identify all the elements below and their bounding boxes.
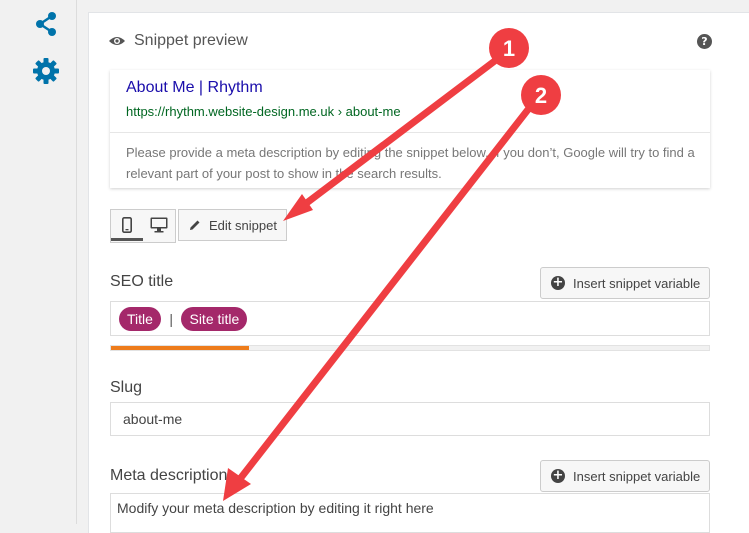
snippet-preview-title: Snippet preview [134, 32, 248, 49]
serp-divider [110, 132, 710, 133]
sidebar [0, 0, 77, 524]
seo-title-label: SEO title [110, 273, 174, 290]
snippet-preview-header: Snippet preview [108, 32, 248, 50]
seo-title-insert-variable-button[interactable]: + Insert snippet variable [540, 267, 710, 299]
active-mode-indicator [111, 238, 143, 241]
meta-description-input[interactable]: Modify your meta description by editing … [110, 493, 710, 533]
serp-preview[interactable]: About Me | Rhythm https://rhythm.website… [110, 70, 710, 188]
seo-title-length-progress [110, 345, 710, 351]
edit-snippet-button[interactable]: Edit snippet [178, 209, 287, 241]
plus-icon: + [551, 468, 565, 483]
preview-mode-toggle [110, 209, 176, 243]
pencil-icon [190, 220, 200, 230]
meta-description-label: Meta description [110, 467, 228, 484]
desktop-icon [150, 217, 168, 233]
meta-description-insert-variable-button[interactable]: + Insert snippet variable [540, 460, 710, 492]
slug-input[interactable]: about-me [110, 402, 710, 436]
mobile-preview-button[interactable] [111, 210, 143, 241]
share-icon[interactable] [32, 10, 60, 38]
slug-label: Slug [110, 379, 143, 396]
serp-description: Please provide a meta description by edi… [126, 145, 695, 181]
insert-variable-label: Insert snippet variable [573, 468, 701, 484]
insert-variable-label: Insert snippet variable [573, 275, 701, 291]
title-separator: | [169, 311, 174, 327]
seo-title-progress-fill [111, 346, 249, 350]
plus-icon: + [551, 275, 565, 290]
gear-icon[interactable] [32, 57, 60, 85]
desktop-preview-button[interactable] [143, 210, 175, 240]
serp-url: https://rhythm.website-design.me.uk › ab… [126, 104, 401, 119]
seo-title-input[interactable]: Title | Site title [110, 301, 710, 336]
site-title-variable-pill[interactable]: Site title [181, 307, 248, 331]
title-variable-pill[interactable]: Title [119, 307, 161, 331]
serp-title[interactable]: About Me | Rhythm [126, 79, 263, 97]
eye-icon [109, 37, 125, 45]
mobile-icon [122, 217, 132, 233]
help-icon[interactable]: ? [697, 34, 712, 49]
edit-snippet-label: Edit snippet [209, 217, 277, 233]
